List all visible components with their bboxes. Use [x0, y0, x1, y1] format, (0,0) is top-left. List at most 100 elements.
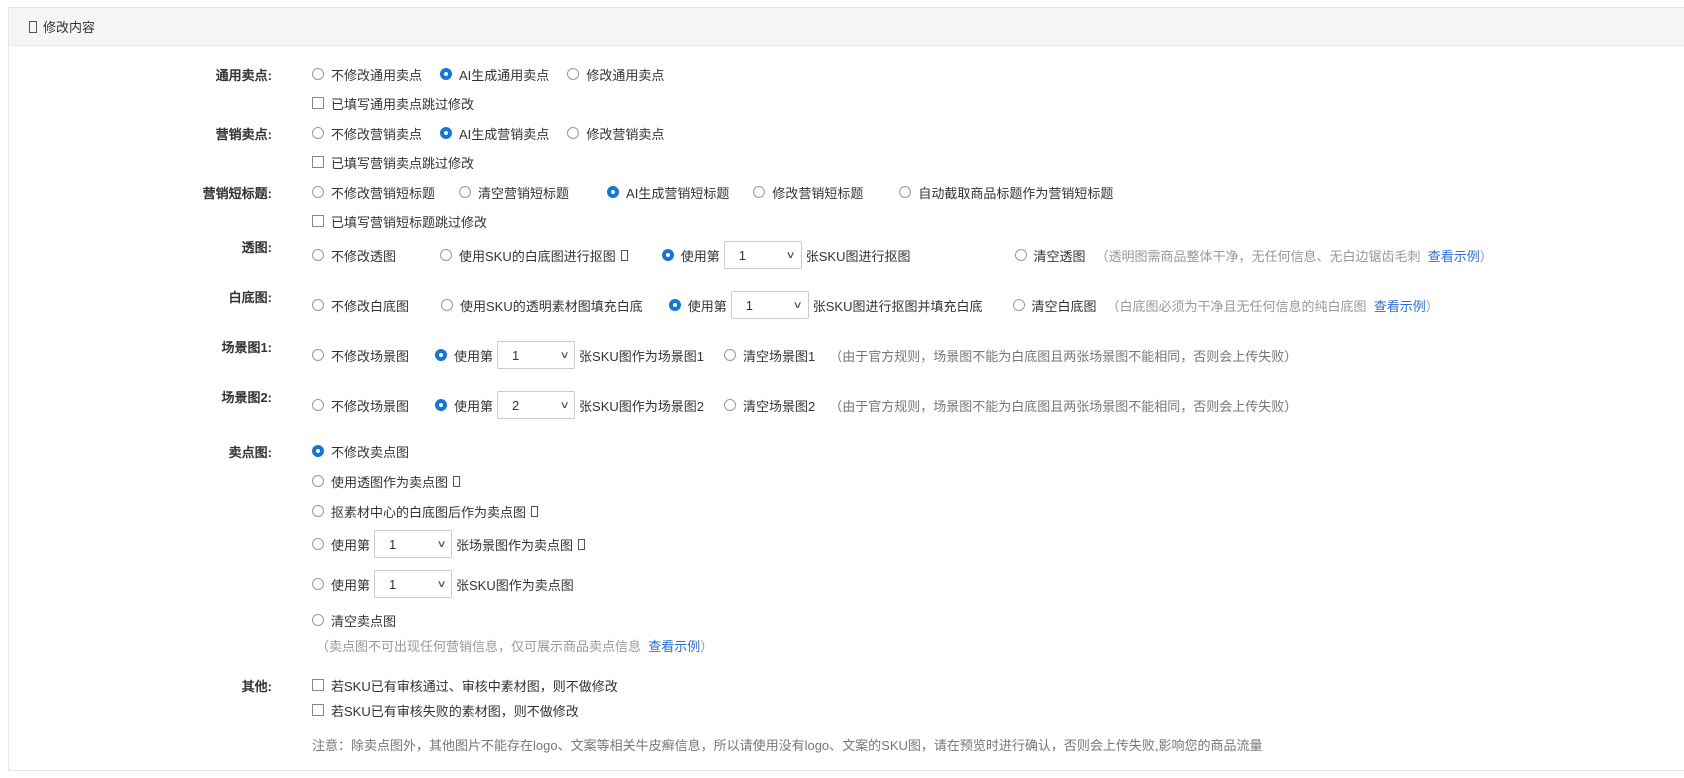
general-ai-option[interactable]: AI生成通用卖点 — [440, 65, 549, 84]
white-example-link[interactable]: 查看示例 — [1374, 299, 1426, 314]
radio-selected[interactable] — [440, 68, 453, 80]
selling-sku-row: 使用第 1 ∨ 张SKU图作为卖点图 — [0, 570, 1684, 598]
radio[interactable] — [312, 475, 324, 487]
selling-hint: （卖点图不可出现任何营销信息，仅可展示商品卖点信息 查看示例） — [316, 638, 714, 654]
section-icon — [29, 20, 37, 33]
radio[interactable] — [459, 186, 472, 198]
radio[interactable] — [899, 186, 912, 198]
other-approved-checkbox[interactable]: 若SKU已有审核通过、审核中素材图，则不做修改 — [312, 676, 618, 695]
radio-selected[interactable] — [661, 249, 674, 261]
scene1-sku-select[interactable]: 1 ∨ — [497, 341, 576, 369]
selling-clear-row: 清空卖点图 — [0, 609, 1684, 631]
marketing-no-change-option[interactable]: 不修改营销卖点 — [312, 124, 422, 143]
transparent-clear-option[interactable]: 清空透图 — [1014, 246, 1086, 265]
transparent-example-link[interactable]: 查看示例 — [1428, 249, 1480, 264]
checkbox[interactable] — [312, 97, 324, 109]
marketing-skip-checkbox[interactable]: 已填写营销卖点跳过修改 — [312, 153, 474, 172]
selling-transparent-row: 使用透图作为卖点图 — [0, 470, 1684, 492]
white-no-change-option[interactable]: 不修改白底图 — [312, 296, 409, 315]
scene2-clear-option[interactable]: 清空场景图2 — [724, 396, 815, 415]
general-selling-label: 通用卖点: — [215, 67, 272, 83]
selling-example-link[interactable]: 查看示例 — [648, 639, 700, 654]
short-title-ai-option[interactable]: AI生成营销短标题 — [607, 183, 729, 202]
other-label: 其他: — [241, 678, 272, 694]
short-title-auto-option[interactable]: 自动截取商品标题作为营销短标题 — [899, 183, 1113, 202]
short-title-skip-row: 已填写营销短标题跳过修改 — [0, 210, 1684, 232]
checkbox[interactable] — [312, 215, 324, 227]
checkbox[interactable] — [312, 704, 324, 716]
short-title-modify-option[interactable]: 修改营销短标题 — [753, 183, 863, 202]
scene1-use-sku-option[interactable]: 使用第 1 ∨ 张SKU图作为场景图1 — [435, 341, 704, 369]
transparent-white-base-option[interactable]: 使用SKU的白底图进行抠图 — [440, 246, 628, 265]
radio[interactable] — [1014, 249, 1027, 261]
selling-no-change-option[interactable]: 不修改卖点图 — [312, 442, 409, 461]
scene1-clear-option[interactable]: 清空场景图1 — [724, 346, 815, 365]
short-title-clear-option[interactable]: 清空营销短标题 — [459, 183, 569, 202]
white-hint: （白底图必须为干净且无任何信息的纯白底图 查看示例） — [1106, 298, 1439, 314]
selling-sku-select[interactable]: 1 ∨ — [374, 570, 453, 598]
other-failed-row: 若SKU已有审核失败的素材图，则不做修改 — [0, 699, 1684, 721]
scene1-no-change-option[interactable]: 不修改场景图 — [312, 346, 409, 365]
radio[interactable] — [724, 349, 736, 361]
selling-use-scene-option[interactable]: 使用第 1 ∨ 张场景图作为卖点图 — [312, 530, 586, 558]
radio[interactable] — [753, 186, 766, 198]
general-skip-checkbox[interactable]: 已填写通用卖点跳过修改 — [312, 94, 474, 113]
selling-scene-select[interactable]: 1 ∨ — [374, 530, 453, 558]
radio[interactable] — [1012, 299, 1025, 311]
selling-transparent-option[interactable]: 使用透图作为卖点图 — [312, 472, 461, 491]
radio[interactable] — [312, 614, 324, 626]
selling-image-label: 卖点图: — [228, 444, 272, 460]
radio-selected[interactable] — [668, 299, 681, 311]
radio[interactable] — [724, 399, 736, 411]
radio-selected[interactable] — [440, 127, 453, 139]
radio-selected[interactable] — [312, 445, 324, 457]
radio[interactable] — [312, 578, 324, 590]
general-selling-row: 通用卖点: 不修改通用卖点 AI生成通用卖点 修改通用卖点 — [0, 63, 1684, 85]
radio[interactable] — [312, 127, 324, 139]
radio[interactable] — [440, 249, 453, 261]
chevron-down-icon: ∨ — [436, 578, 447, 590]
selling-material-option[interactable]: 抠素材中心的白底图后作为卖点图 — [312, 502, 539, 521]
transparent-sku-select[interactable]: 1 ∨ — [723, 241, 802, 269]
radio[interactable] — [312, 538, 324, 550]
scene2-no-change-option[interactable]: 不修改场景图 — [312, 396, 409, 415]
short-title-no-change-option[interactable]: 不修改营销短标题 — [312, 183, 435, 202]
radio[interactable] — [567, 68, 580, 80]
radio-selected[interactable] — [435, 399, 448, 411]
chevron-down-icon: ∨ — [792, 299, 804, 311]
other-failed-checkbox[interactable]: 若SKU已有审核失败的素材图，则不做修改 — [312, 701, 579, 720]
transparent-no-change-option[interactable]: 不修改透图 — [312, 246, 396, 265]
scene2-sku-select[interactable]: 2 ∨ — [497, 391, 576, 419]
white-use-sku-option[interactable]: 使用第 1 ∨ 张SKU图进行抠图并填充白底 — [668, 291, 983, 319]
white-sku-select[interactable]: 1 ∨ — [730, 291, 809, 319]
radio[interactable] — [312, 399, 324, 411]
radio[interactable] — [312, 68, 324, 80]
selling-use-sku-option[interactable]: 使用第 1 ∨ 张SKU图作为卖点图 — [312, 570, 574, 598]
checkbox[interactable] — [312, 156, 324, 168]
transparent-hint: （透明图需商品整体干净，无任何信息、无白边锯齿毛刺 查看示例） — [1095, 248, 1493, 264]
general-no-change-option[interactable]: 不修改通用卖点 — [312, 65, 422, 84]
radio[interactable] — [312, 505, 324, 517]
short-title-skip-checkbox[interactable]: 已填写营销短标题跳过修改 — [312, 212, 487, 231]
short-title-label: 营销短标题: — [202, 185, 272, 201]
radio[interactable] — [312, 186, 324, 198]
general-skip-row: 已填写通用卖点跳过修改 — [0, 92, 1684, 114]
radio[interactable] — [567, 127, 580, 139]
marketing-modify-option[interactable]: 修改营销卖点 — [567, 124, 664, 143]
checkbox[interactable] — [312, 679, 324, 691]
white-fill-option[interactable]: 使用SKU的透明素材图填充白底 — [441, 296, 643, 315]
info-icon — [578, 538, 586, 550]
radio-selected[interactable] — [607, 186, 620, 198]
marketing-ai-option[interactable]: AI生成营销卖点 — [440, 124, 549, 143]
transparent-use-sku-option[interactable]: 使用第 1 ∨ 张SKU图进行抠图 — [661, 241, 911, 269]
radio[interactable] — [312, 249, 324, 261]
radio-selected[interactable] — [435, 349, 448, 361]
notice-text: 注意：除卖点图外，其他图片不能存在logo、文案等相关牛皮癣信息，所以请使用没有… — [312, 737, 1263, 753]
scene2-use-sku-option[interactable]: 使用第 2 ∨ 张SKU图作为场景图2 — [435, 391, 704, 419]
radio[interactable] — [312, 299, 324, 311]
selling-clear-option[interactable]: 清空卖点图 — [312, 611, 396, 630]
white-clear-option[interactable]: 清空白底图 — [1012, 296, 1097, 315]
radio[interactable] — [441, 299, 454, 311]
general-modify-option[interactable]: 修改通用卖点 — [567, 65, 664, 84]
radio[interactable] — [312, 349, 324, 361]
